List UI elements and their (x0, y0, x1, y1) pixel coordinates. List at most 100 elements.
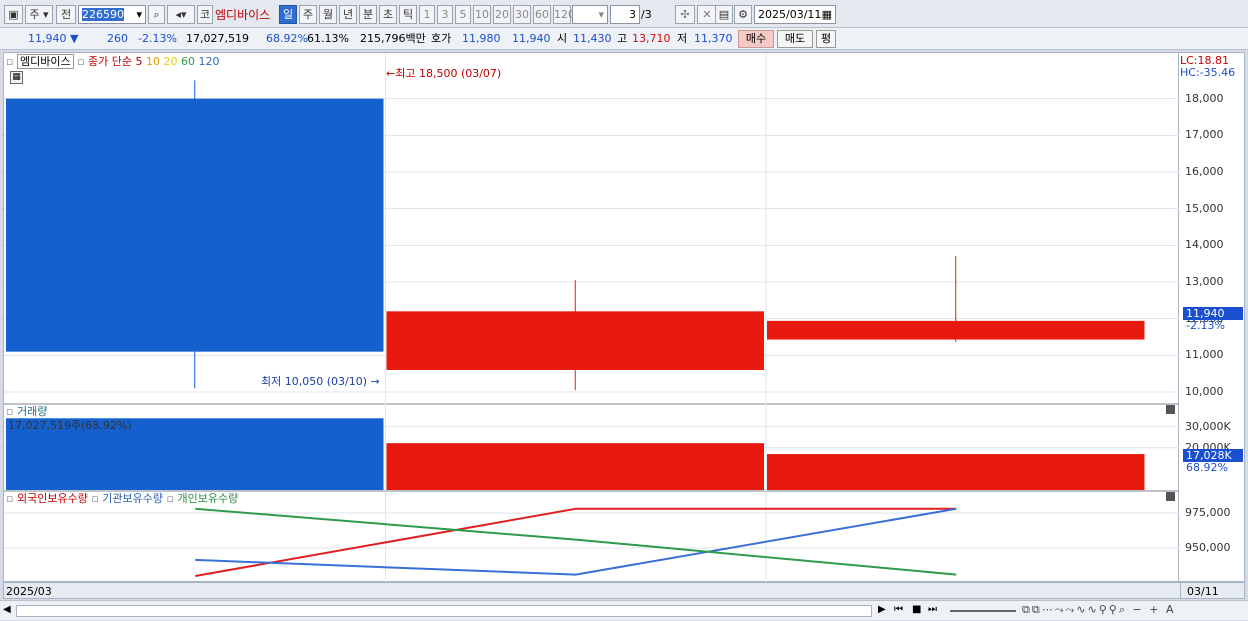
price-change: 260 (107, 32, 128, 45)
divider (1180, 583, 1181, 598)
period-minute-button[interactable]: 분 (359, 5, 377, 24)
gear-icon[interactable]: ⚙ (734, 5, 752, 24)
calendar-icon[interactable]: ▦ (10, 71, 23, 84)
date-axis-right: 03/11 (1187, 585, 1219, 598)
chevron-down-icon[interactable]: ▾ (136, 6, 142, 23)
price-tick-label: 10,000 (1185, 385, 1224, 398)
period-week-button[interactable]: 주 (299, 5, 317, 24)
save-icon[interactable]: ▤ (715, 5, 733, 24)
chart-area[interactable]: ▫ 엠디바이스 ▫ 종가 단순 5 10 20 60 120 ▦ ←최고 18,… (3, 52, 1180, 583)
stock-name: 엠디바이스 (215, 8, 271, 22)
price-tick-label: 15,000 (1185, 201, 1224, 215)
stock-code-input[interactable]: 226590 ▾ (78, 5, 146, 24)
volume-ratio-2: 61.13% (307, 32, 349, 45)
scroll-right-icon[interactable]: ▶ (878, 604, 886, 615)
trade-amount: 215,796백만 (360, 32, 426, 45)
ma-5-label: 5 (135, 55, 143, 68)
speaker-icon[interactable]: ◂▾ (167, 5, 195, 24)
stock-code-value: 226590 (82, 8, 124, 21)
volume-panel-header: ▫ 거래량 (6, 405, 47, 418)
low-marker: 최저 10,050 (03/10) → (261, 375, 380, 388)
fast-forward-icon[interactable]: ⏭ (928, 604, 937, 615)
interval-10-button[interactable]: 10 (473, 5, 491, 24)
price-tick-label: 18,000 (1185, 91, 1224, 105)
volume-bar (767, 454, 1145, 490)
period-day-button[interactable]: 일 (279, 5, 297, 24)
volume-tick-label: 30,000K (1185, 419, 1231, 433)
high-price: 13,710 (632, 32, 671, 45)
panel-close-icon[interactable] (1166, 492, 1175, 501)
stop-icon[interactable]: ■ (912, 604, 921, 615)
interval-3-button[interactable]: 3 (437, 5, 453, 24)
bid-price: 11,940 (512, 32, 551, 45)
interval-20-button[interactable]: 20 (493, 5, 511, 24)
main-toolbar: ▣ 주 ▾ 전 226590 ▾ ⌕ ◂▾ 코 엠디바이스 일 주 월 년 분 초… (0, 0, 1248, 28)
date-value: 2025/03/11 (758, 8, 822, 21)
current-volume-pct: 68.92% (1186, 461, 1228, 474)
eval-button[interactable]: 평 (816, 30, 836, 48)
legend-foreign[interactable]: 외국인보유수량 (17, 492, 88, 505)
candle-body (386, 311, 764, 370)
ask-price: 11,980 (462, 32, 501, 45)
current-price-pct: -2.13% (1186, 319, 1225, 332)
market-badge: 코 (197, 5, 213, 24)
calendar-icon[interactable]: ▦ (822, 6, 832, 23)
buy-button[interactable]: 매수 (738, 30, 774, 48)
date-input[interactable]: 2025/03/11 ▦ (754, 5, 836, 24)
arrow-right-icon: → (367, 375, 380, 388)
hc-label: HC:-35.46 (1180, 66, 1236, 79)
holding-tick-label: 950,000 (1185, 541, 1231, 554)
interval-30-button[interactable]: 30 (513, 5, 531, 24)
legend-institution[interactable]: 기관보유수량 (102, 492, 163, 505)
ma-label[interactable]: 종가 단순 (88, 55, 132, 68)
crosshair-icon[interactable]: ✕ (697, 5, 717, 24)
prev-button[interactable]: 전 (56, 5, 76, 24)
price-panel-stock-name[interactable]: 엠디바이스 (16, 54, 74, 69)
interval-1-button[interactable]: 1 (419, 5, 435, 24)
y-axis-area: LC:18.81 HC:-35.46 18,000 17,000 16,000 15,… (1179, 52, 1245, 582)
chevron-down-icon: ▾ (598, 8, 604, 21)
legend-individual[interactable]: 개인보유수량 (177, 492, 238, 505)
price-tick-label: 11,000 (1185, 348, 1224, 362)
volume-ratio-1: 68.92% (266, 32, 308, 45)
drawing-tools-icon[interactable]: ⧉⧉⋯⤳⤳∿∿⚲⚲⌕ − + A (1022, 603, 1175, 617)
panel-marker-icon: ▫ (6, 55, 14, 68)
period-tick-button[interactable]: 틱 (399, 5, 417, 24)
panel-close-icon[interactable] (1166, 405, 1175, 414)
pin-icon[interactable]: ✣ (675, 5, 695, 24)
rewind-icon[interactable]: ⏮ (894, 604, 903, 615)
stock-type-label: 주 (29, 8, 40, 21)
ma-10-label: 10 (146, 55, 161, 68)
period-year-button[interactable]: 년 (339, 5, 357, 24)
period-second-button[interactable]: 초 (379, 5, 397, 24)
interval-120-button[interactable]: 120 (553, 5, 575, 24)
volume-value-label: 17,027,519주(68.92%) (8, 419, 132, 432)
interval-60-button[interactable]: 60 (533, 5, 551, 24)
custom-interval-select[interactable]: ▾ (572, 5, 608, 24)
high-marker: ←최고 18,500 (03/07) (386, 67, 501, 80)
search-icon[interactable]: ⌕ (148, 5, 165, 24)
high-marker-text: 최고 18,500 (03/07) (395, 67, 502, 80)
zoom-slider[interactable] (950, 610, 1016, 612)
date-axis: 2025/03 03/11 (3, 582, 1245, 599)
panel-marker-icon: ▫ (6, 405, 14, 418)
panel-marker-icon: ▫ (6, 492, 14, 505)
ma-120-label: 120 (198, 55, 220, 68)
volume-panel-title[interactable]: 거래량 (17, 405, 47, 418)
candle-body (767, 320, 1145, 340)
horizontal-scrollbar[interactable] (16, 605, 872, 617)
stock-type-select[interactable]: 주 ▾ (25, 5, 53, 24)
holding-panel-header: ▫ 외국인보유수량 ▫ 기관보유수량 ▫ 개인보유수량 (6, 492, 238, 505)
scroll-left-icon[interactable]: ◀ (3, 604, 11, 615)
page-counter-input[interactable]: 3 (610, 5, 640, 24)
holding-tick-label: 975,000 (1185, 506, 1231, 519)
open-label: 시 (557, 32, 568, 45)
sell-button[interactable]: 매도 (777, 30, 813, 48)
period-month-button[interactable]: 월 (319, 5, 337, 24)
layout-icon[interactable]: ▣ (4, 5, 23, 24)
volume-bar (386, 443, 764, 490)
low-label: 저 (677, 32, 688, 45)
interval-5-button[interactable]: 5 (455, 5, 471, 24)
price-tick-label: 16,000 (1185, 165, 1224, 178)
page-total: /3 (641, 8, 652, 21)
